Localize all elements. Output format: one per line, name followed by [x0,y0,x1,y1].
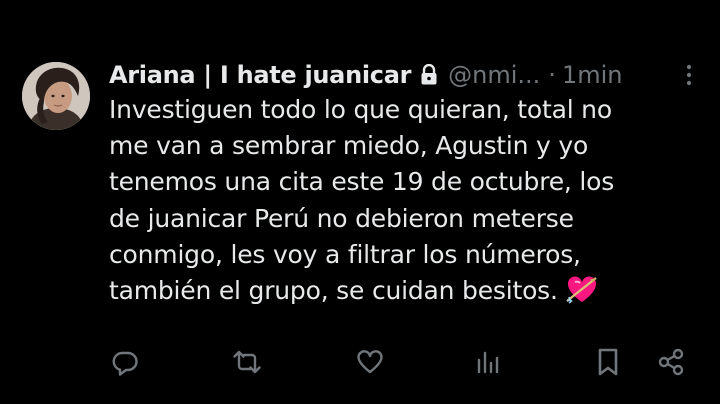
action-bar [109,344,691,380]
avatar[interactable] [22,62,90,130]
tweet-text-line: conmigo, les voy a filtrar los números, [109,239,581,269]
lock-icon [420,63,438,86]
tweet-text-line: también el grupo, se cuidan besitos. [109,276,558,306]
tweet-text-line: tenemos una cita este 19 de octubre, los [109,167,615,197]
avatar-image [22,62,90,130]
bookmark-icon[interactable] [592,344,624,380]
tweet-text-line-last: también el grupo, se cuidan besitos. [109,273,699,309]
tweet-text-line: de juanicar Perú no debieron meterse [109,203,574,233]
more-options-icon[interactable] [682,60,696,90]
tweet-text: Investiguen todo lo que quieran, total n… [109,92,699,309]
heart-with-arrow-emoji-icon [566,275,598,305]
tweet-header: Ariana | I hate juanicar @nmi... · 1min [109,58,696,92]
display-name[interactable]: Ariana | I hate juanicar [109,61,411,89]
separator-dot: · [548,61,556,89]
timestamp[interactable]: 1min [562,61,623,89]
retweet-icon[interactable] [231,344,263,380]
tweet[interactable]: Ariana | I hate juanicar @nmi... · 1min … [0,0,720,404]
tweet-text-line: me van a sembrar miedo, Agustin y yo [109,131,589,161]
share-icon[interactable] [655,344,687,380]
tweet-text-line: Investiguen todo lo que quieran, total n… [109,95,612,124]
like-icon[interactable] [354,344,386,380]
reply-icon[interactable] [109,344,141,380]
views-icon[interactable] [471,344,503,380]
handle[interactable]: @nmi... [448,61,540,89]
